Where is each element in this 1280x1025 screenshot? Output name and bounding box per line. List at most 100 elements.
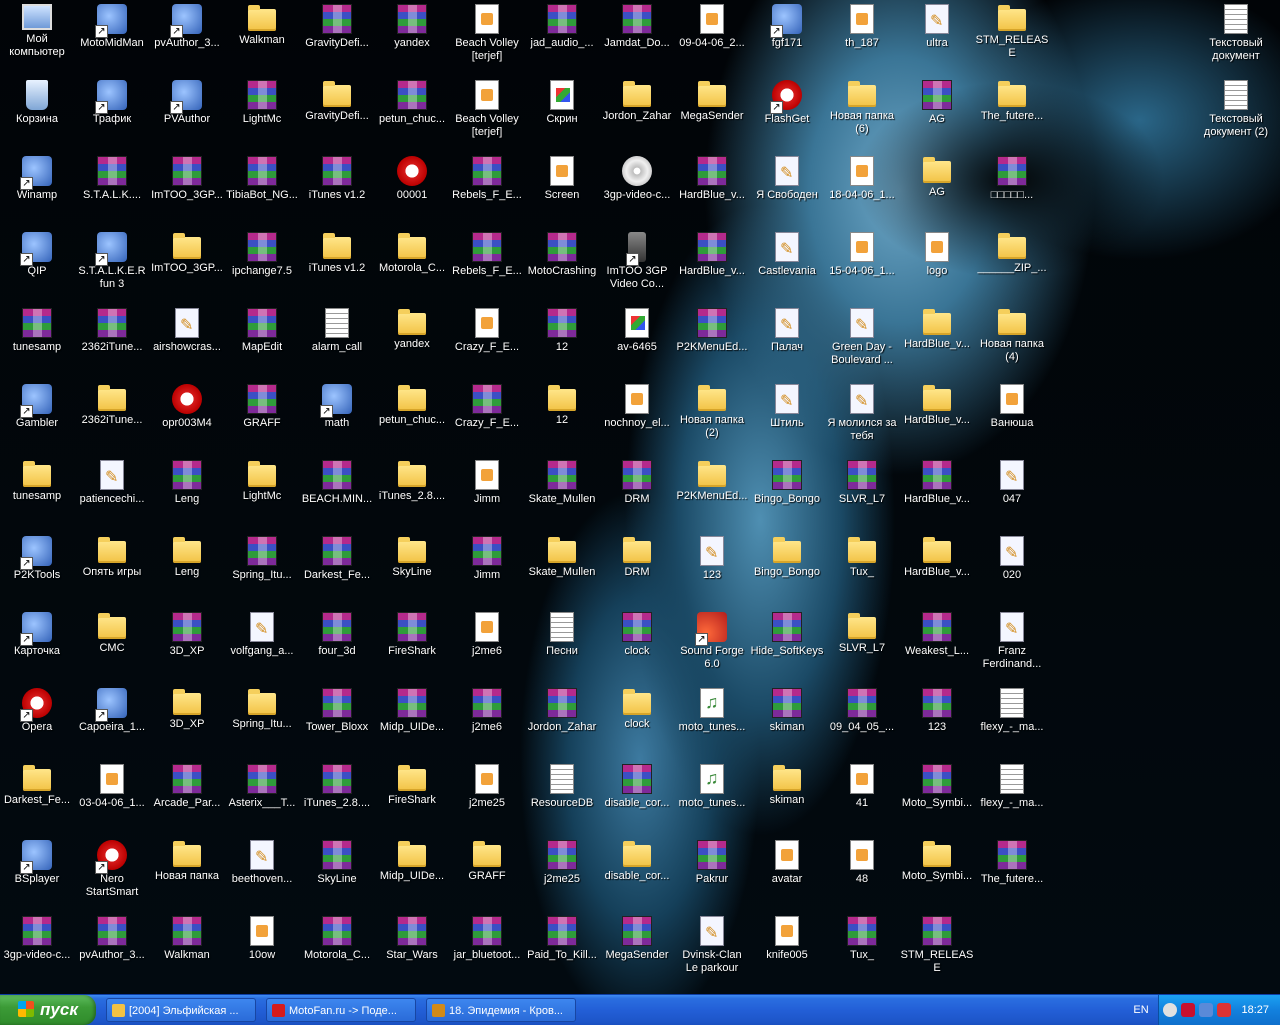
desktop-icon[interactable]: S.T.A.L.K.E.R fun 3 [75,230,149,291]
desktop-icon[interactable]: volfgang_a... [225,610,299,658]
desktop-icon[interactable]: HardBlue_v... [900,382,974,427]
desktop-icon[interactable]: TibiaBot_NG... [225,154,299,202]
desktop-icon[interactable]: Moto_Symbi... [900,762,974,810]
desktop-icon[interactable]: pvAuthor_3... [75,914,149,962]
desktop-icon[interactable]: Палач [750,306,824,354]
desktop-icon[interactable]: 09_04_05_... [825,686,899,734]
desktop-icon[interactable]: MegaSender [600,914,674,962]
desktop-icon[interactable]: 2362iTune... [75,306,149,354]
desktop-icon[interactable]: Screen [525,154,599,202]
desktop-icon[interactable]: Beach Volley [terjef] [450,2,524,63]
desktop-icon[interactable]: HardBlue_v... [900,458,974,506]
desktop-icon[interactable]: SLVR_L7 [825,610,899,655]
desktop-icon[interactable]: Jordon_Zahar [600,78,674,123]
desktop-icon[interactable]: Asterix___T... [225,762,299,810]
desktop-icon[interactable]: Jordon_Zahar [525,686,599,734]
desktop-icon[interactable]: Tux_ [825,534,899,579]
expand-tray-icon[interactable] [1163,1003,1177,1017]
clock[interactable]: 18:27 [1241,995,1269,1025]
desktop-icon[interactable]: Paid_To_Kill... [525,914,599,962]
desktop-icon[interactable]: Spring_Itu... [225,686,299,731]
desktop-icon[interactable]: ImTOO_3GP... [150,154,224,202]
desktop-icon[interactable]: iTunes v1.2 [300,230,374,275]
desktop-icon[interactable]: Opera [0,686,74,734]
desktop-icon[interactable]: knife005 [750,914,824,962]
desktop-icon[interactable]: th_187 [825,2,899,50]
desktop-icon[interactable]: 09-04-06_2... [675,2,749,50]
desktop-icon[interactable]: HardBlue_v... [675,154,749,202]
desktop-icon[interactable]: Green Day - Boulevard ... [825,306,899,367]
desktop-icon[interactable]: Crazy_F_E... [450,382,524,430]
desktop-icon[interactable]: Мой компьютер [0,2,74,59]
desktop-icon[interactable]: Midp_UIDe... [375,686,449,734]
desktop-icon[interactable]: Arcade_Par... [150,762,224,810]
desktop-icon[interactable]: □□□□□... [975,154,1049,202]
desktop-icon[interactable]: av-6465 [600,306,674,354]
desktop-icon[interactable]: HardBlue_v... [900,534,974,579]
desktop-icon[interactable]: GRAFF [450,838,524,883]
desktop-icon[interactable]: Jimm [450,458,524,506]
desktop-icon[interactable]: SLVR_L7 [825,458,899,506]
desktop-icon[interactable]: MapEdit [225,306,299,354]
desktop-icon[interactable]: beethoven... [225,838,299,886]
desktop-icon[interactable]: j2me25 [450,762,524,810]
desktop-icon[interactable]: CMC [75,610,149,655]
kaspersky-icon[interactable] [1181,1003,1195,1017]
taskbar-button[interactable]: 18. Эпидемия - Кров... [426,998,576,1022]
desktop-icon[interactable]: Ванюша [975,382,1049,430]
desktop-icon[interactable]: LightMc [225,458,299,503]
desktop-icon[interactable]: Beach Volley [terjef] [450,78,524,139]
desktop-icon[interactable]: 12 [525,382,599,427]
desktop-icon[interactable]: Skate_Mullen [525,458,599,506]
desktop-icon[interactable]: Dvinsk-Clan Le parkour [675,914,749,975]
desktop-icon[interactable]: Capoeira_1... [75,686,149,734]
desktop-icon[interactable]: SkyLine [300,838,374,886]
desktop-icon[interactable]: Franz Ferdinand... [975,610,1049,671]
desktop-icon[interactable]: Leng [150,534,224,579]
desktop-icon[interactable]: FlashGet [750,78,824,126]
desktop-icon[interactable]: 123 [675,534,749,582]
desktop-icon[interactable]: QIP [0,230,74,278]
desktop-icon[interactable]: S.T.A.L.K.... [75,154,149,202]
desktop-icon[interactable]: disable_cor... [600,762,674,810]
start-button[interactable]: пуск [0,995,96,1025]
desktop-icon[interactable]: DRM [600,458,674,506]
desktop-icon[interactable]: The_futere... [975,838,1049,886]
desktop-icon[interactable]: PVAuthor [150,78,224,126]
taskbar-button[interactable]: MotoFan.ru -> Поде... [266,998,416,1022]
desktop-icon[interactable]: tunesamp [0,458,74,503]
desktop-icon[interactable]: opr003M4 [150,382,224,430]
desktop-icon[interactable]: Песни [525,610,599,658]
desktop-icon[interactable]: 15-04-06_1... [825,230,899,278]
desktop-icon[interactable]: yandex [375,2,449,50]
desktop-icon[interactable]: 10ow [225,914,299,962]
desktop-icon[interactable]: iTunes_2.8.... [375,458,449,503]
desktop-icon[interactable]: Jamdat_Do... [600,2,674,50]
desktop-icon[interactable]: Winamp [0,154,74,202]
desktop-icon[interactable]: Tower_Bloxx [300,686,374,734]
desktop-icon[interactable]: Darkest_Fe... [0,762,74,807]
desktop-icon[interactable]: Я Свободен [750,154,824,202]
desktop-icon[interactable]: alarm_call [300,306,374,354]
desktop-icon[interactable]: Bingo_Bongo [750,458,824,506]
desktop-icon[interactable]: Leng [150,458,224,506]
desktop-icon[interactable]: ultra [900,2,974,50]
desktop-icon[interactable]: moto_tunes... [675,686,749,734]
desktop-icon[interactable]: skiman [750,686,824,734]
desktop-icon[interactable]: 48 [825,838,899,886]
desktop-icon[interactable]: 3D_XP [150,610,224,658]
desktop-icon[interactable]: yandex [375,306,449,351]
desktop-icon[interactable]: Castlevania [750,230,824,278]
desktop-icon[interactable]: Walkman [225,2,299,47]
desktop-icon[interactable]: Новая папка (4) [975,306,1049,364]
desktop-icon[interactable]: j2me25 [525,838,599,886]
language-indicator[interactable]: EN [1128,995,1154,1025]
desktop-icon[interactable]: ImTOO 3GP Video Co... [600,230,674,291]
desktop-icon[interactable]: GravityDefi... [300,78,374,123]
network-icon[interactable] [1199,1003,1213,1017]
desktop-icon[interactable]: Walkman [150,914,224,962]
desktop-icon[interactable]: FireShark [375,610,449,658]
desktop-icon[interactable]: Moto_Symbi... [900,838,974,883]
desktop-icon[interactable]: iTunes_2.8.... [300,762,374,810]
desktop-icon[interactable]: petun_chuc... [375,78,449,126]
